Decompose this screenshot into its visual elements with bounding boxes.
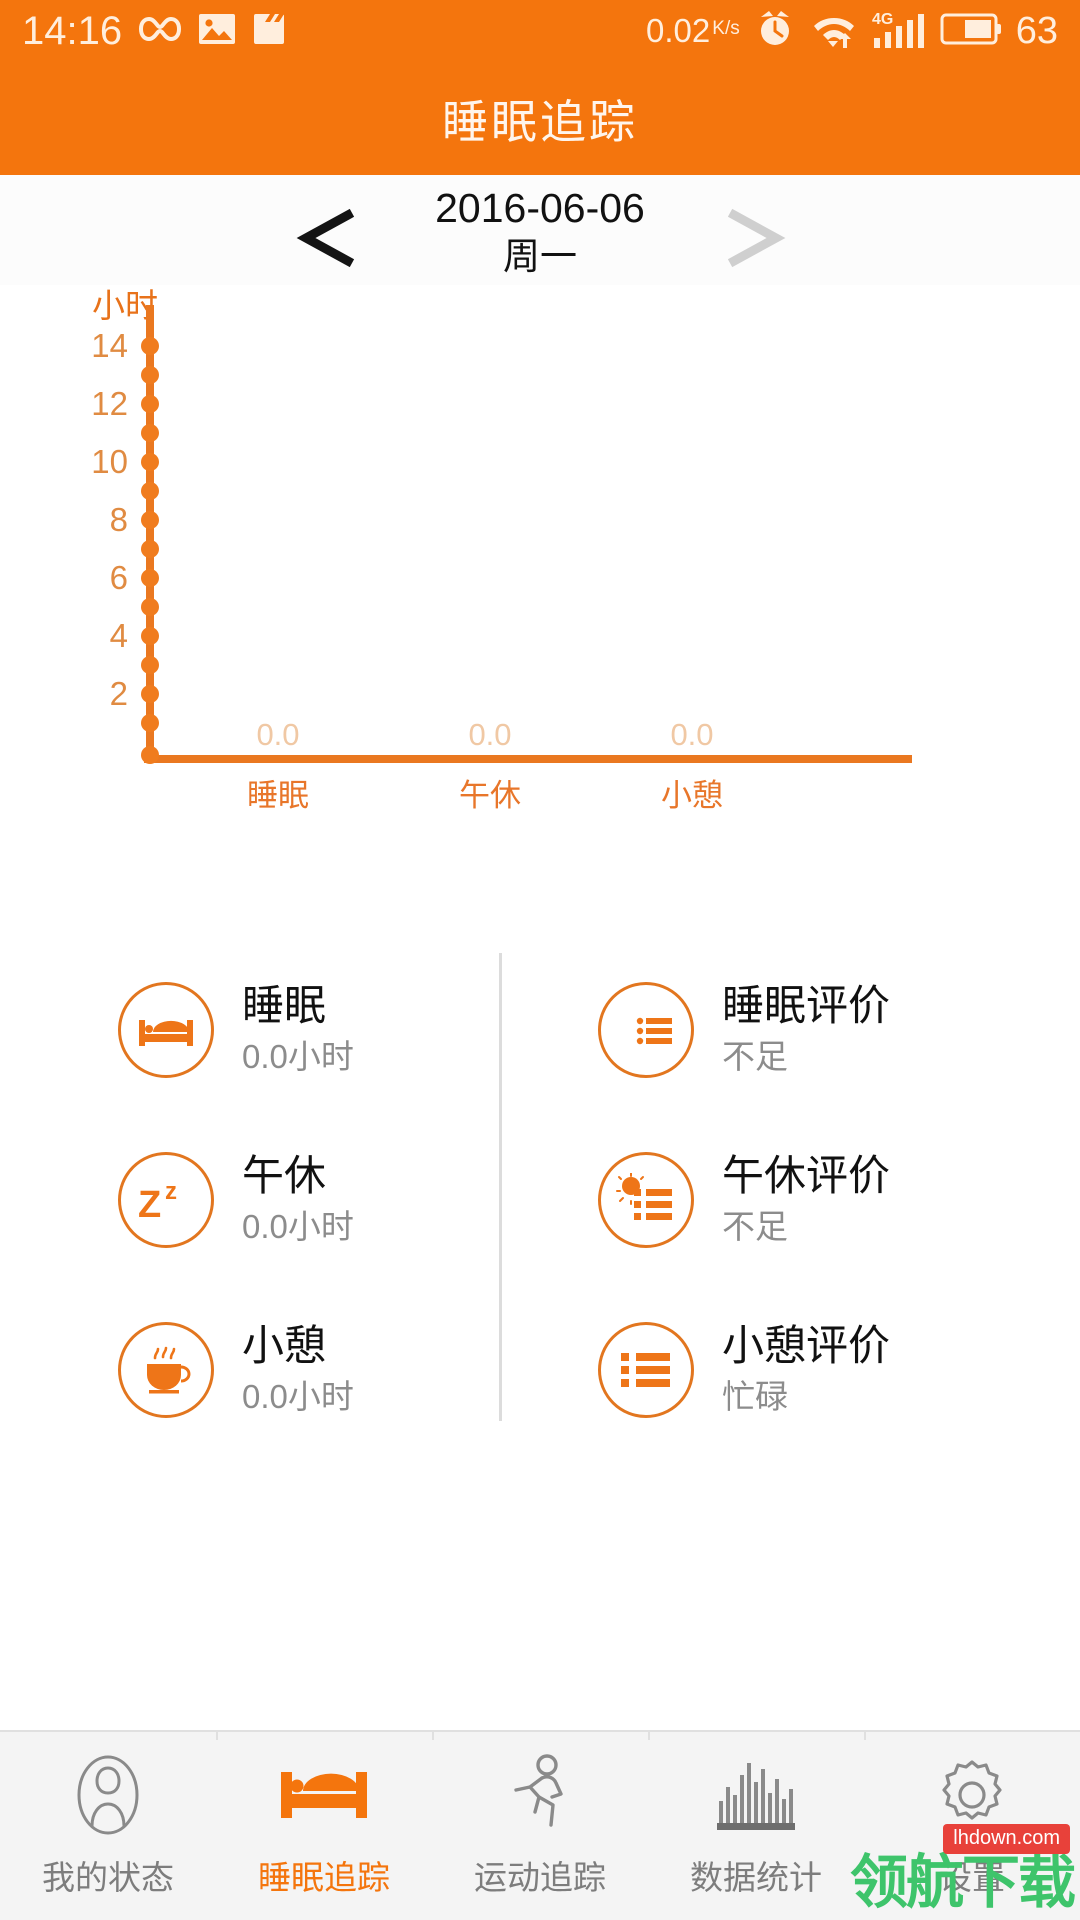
stat-text: 睡眠 0.0小时 bbox=[242, 981, 354, 1079]
running-icon bbox=[509, 1753, 571, 1837]
stat-value: 不足 bbox=[722, 1037, 788, 1075]
network-rate-value: 0.02 bbox=[646, 12, 711, 49]
stat-text: 午休评价 不足 bbox=[722, 1151, 890, 1249]
nav-item-settings[interactable]: 设置 bbox=[864, 1730, 1080, 1920]
coffee-cup-icon bbox=[118, 1322, 214, 1418]
stat-text: 小憩 0.0小时 bbox=[242, 1321, 354, 1419]
next-day-button[interactable] bbox=[722, 207, 792, 269]
moon-list-icon bbox=[598, 982, 694, 1078]
stats-row: 小憩 0.0小时 小憩评价 忙碌 bbox=[0, 1285, 1080, 1455]
svg-text:z: z bbox=[165, 1178, 177, 1205]
svg-text:4G: 4G bbox=[872, 11, 893, 28]
sleep-bar-chart: 小时 14 12 10 8 6 4 2 0.0 0.0 0.0 睡眠 午休 小憩 bbox=[0, 285, 1080, 945]
app-header: 睡眠追踪 bbox=[0, 62, 1080, 175]
stats-grid: 睡眠 0.0小时 睡眠评价 不足 Z z 午休 0.0小时 午休评价 不足 小憩… bbox=[0, 945, 1080, 1455]
image-icon bbox=[198, 12, 236, 51]
chart-ytick-2: 2 bbox=[109, 675, 128, 712]
nav-label: 数据统计 bbox=[690, 1859, 822, 1896]
zzz-icon: Z z bbox=[118, 1152, 214, 1248]
network-rate: 0.02 K/s bbox=[646, 12, 740, 50]
chart-ytick-8: 8 bbox=[109, 501, 128, 538]
previous-day-button[interactable] bbox=[290, 207, 360, 269]
nav-label: 睡眠追踪 bbox=[258, 1859, 390, 1896]
stat-text: 午休 0.0小时 bbox=[242, 1151, 354, 1249]
current-weekday: 周一 bbox=[503, 236, 577, 278]
chart-category-sleep: 睡眠 bbox=[247, 778, 309, 813]
chart-ytick-12: 12 bbox=[91, 385, 128, 422]
nav-item-data-statistics[interactable]: 数据统计 bbox=[648, 1730, 864, 1920]
stat-card-nap-rating[interactable]: 午休评价 不足 bbox=[540, 1151, 1080, 1249]
stat-value: 忙碌 bbox=[722, 1377, 788, 1415]
nav-item-my-status[interactable]: 我的状态 bbox=[0, 1732, 216, 1920]
current-date: 2016-06-06 bbox=[435, 185, 645, 231]
network-rate-unit: K/s bbox=[712, 18, 740, 39]
stat-text: 睡眠评价 不足 bbox=[722, 981, 890, 1079]
chart-ytick-6: 6 bbox=[109, 559, 128, 596]
chart-ytick-10: 10 bbox=[91, 443, 128, 480]
list-icon bbox=[598, 1322, 694, 1418]
stat-card-nap[interactable]: Z z 午休 0.0小时 bbox=[0, 1151, 540, 1249]
date-navigation: 2016-06-06 周一 bbox=[0, 175, 1080, 285]
chart-axes bbox=[141, 305, 912, 764]
bed-icon bbox=[118, 982, 214, 1078]
wifi-icon bbox=[810, 8, 858, 55]
nav-label: 设置 bbox=[939, 1859, 1005, 1896]
clapperboard-icon bbox=[252, 12, 286, 51]
nav-label: 运动追踪 bbox=[474, 1859, 606, 1896]
chart-value-nap: 0.0 bbox=[468, 717, 512, 752]
bed-icon bbox=[279, 1753, 369, 1837]
nav-label: 我的状态 bbox=[42, 1859, 174, 1896]
sun-list-icon bbox=[598, 1152, 694, 1248]
chart-ytick-4: 4 bbox=[109, 617, 128, 654]
bottom-navigation: 我的状态 睡眠追踪 运动追踪 数据统计 设置 bbox=[0, 1730, 1080, 1920]
chart-value-rest: 0.0 bbox=[670, 717, 714, 752]
stat-value: 0.0小时 bbox=[242, 1207, 354, 1245]
page-title: 睡眠追踪 bbox=[442, 95, 638, 148]
stat-title: 小憩评价 bbox=[722, 1321, 891, 1369]
chart-category-rest: 小憩 bbox=[661, 778, 723, 813]
stat-title: 睡眠评价 bbox=[722, 981, 891, 1029]
nav-item-sleep-tracking[interactable]: 睡眠追踪 bbox=[216, 1730, 432, 1920]
svg-text:Z: Z bbox=[138, 1184, 161, 1223]
stat-title: 睡眠 bbox=[242, 981, 327, 1029]
bar-chart-icon bbox=[717, 1753, 795, 1837]
stat-value: 0.0小时 bbox=[242, 1037, 354, 1075]
stats-column-divider bbox=[499, 953, 502, 1421]
status-bar-right: 0.02 K/s 4G 63 bbox=[646, 8, 1058, 55]
date-display: 2016-06-06 周一 bbox=[0, 185, 1080, 280]
stats-row: Z z 午休 0.0小时 午休评价 不足 bbox=[0, 1115, 1080, 1285]
stat-card-sleep-rating[interactable]: 睡眠评价 不足 bbox=[540, 981, 1080, 1079]
battery-icon bbox=[940, 11, 1002, 52]
stats-row: 睡眠 0.0小时 睡眠评价 不足 bbox=[0, 945, 1080, 1115]
alarm-clock-icon bbox=[754, 8, 796, 55]
stat-title: 午休评价 bbox=[722, 1151, 891, 1199]
stat-value: 不足 bbox=[722, 1207, 788, 1245]
stat-card-sleep[interactable]: 睡眠 0.0小时 bbox=[0, 981, 540, 1079]
stat-card-rest-rating[interactable]: 小憩评价 忙碌 bbox=[540, 1321, 1080, 1419]
person-icon bbox=[70, 1753, 146, 1837]
chart-category-nap: 午休 bbox=[459, 778, 521, 813]
infinity-icon bbox=[138, 13, 182, 50]
stat-title: 午休 bbox=[242, 1151, 327, 1199]
stat-card-rest[interactable]: 小憩 0.0小时 bbox=[0, 1321, 540, 1419]
chart-ytick-14: 14 bbox=[91, 327, 128, 364]
battery-percentage: 63 bbox=[1015, 9, 1058, 52]
stat-value: 0.0小时 bbox=[242, 1377, 354, 1415]
status-bar: 14:16 0.02 K/s 4G 63 bbox=[0, 0, 1080, 62]
nav-item-exercise-tracking[interactable]: 运动追踪 bbox=[432, 1730, 648, 1920]
signal-bars-icon: 4G bbox=[872, 8, 926, 55]
stat-text: 小憩评价 忙碌 bbox=[722, 1321, 890, 1419]
gear-icon bbox=[933, 1753, 1011, 1837]
status-time: 14:16 bbox=[22, 8, 123, 53]
chart-value-sleep: 0.0 bbox=[256, 717, 300, 752]
status-bar-left: 14:16 bbox=[22, 9, 286, 54]
stat-title: 小憩 bbox=[242, 1321, 327, 1369]
